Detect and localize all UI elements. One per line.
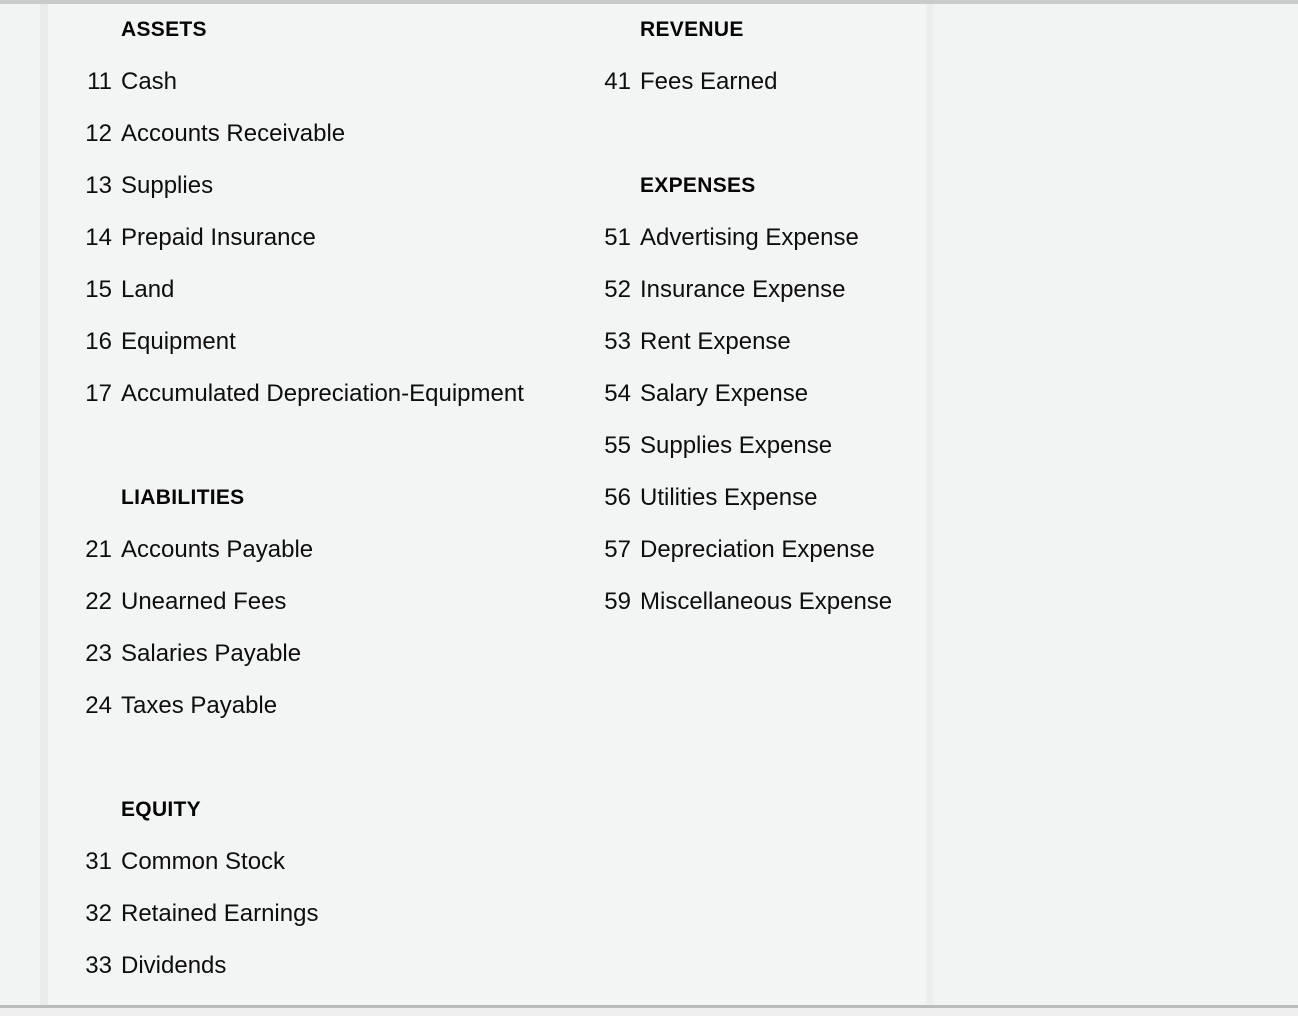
account-number: 57 [604, 536, 631, 563]
account-number: 17 [85, 380, 112, 407]
account-name: Supplies Expense [640, 432, 833, 459]
account-row[interactable]: 55 Supplies Expense [599, 420, 919, 472]
account-row[interactable]: 31 Common Stock [80, 836, 580, 888]
left-gutter [0, 4, 40, 1005]
account-number: 11 [87, 68, 112, 95]
account-name: Taxes Payable [121, 692, 278, 719]
account-name: Accumulated Depreciation-Equipment [121, 380, 524, 407]
section-heading: ASSETS [121, 18, 207, 41]
account-row[interactable]: 23 Salaries Payable [80, 628, 580, 680]
account-row[interactable]: 12 Accounts Receivable [80, 108, 580, 160]
account-row[interactable]: 17 Accumulated Depreciation-Equipment [80, 368, 580, 420]
account-number: 12 [85, 120, 112, 147]
account-name: Cash [121, 68, 178, 95]
account-name: Unearned Fees [121, 588, 287, 615]
right-pane [933, 4, 1298, 1005]
account-number: 41 [604, 68, 631, 95]
account-number: 51 [604, 224, 631, 251]
account-row[interactable]: 41 Fees Earned [599, 56, 919, 108]
account-number: 24 [85, 692, 112, 719]
section-heading: EQUITY [121, 798, 201, 821]
section-heading: REVENUE [640, 18, 744, 41]
account-row[interactable]: 22 Unearned Fees [80, 576, 580, 628]
account-row[interactable]: 56 Utilities Expense [599, 472, 919, 524]
account-name: Fees Earned [640, 68, 778, 95]
accounts-column-left: ASSETS 11 Cash 12 Accounts Receivable 13 Suppl… [80, 4, 580, 992]
account-row[interactable]: 57 Depreciation Expense [599, 524, 919, 576]
account-name: Equipment [121, 328, 236, 355]
document-viewport: ASSETS 11 Cash 12 Accounts Receivable 13 Suppl… [0, 0, 1298, 1016]
account-number: 56 [604, 484, 631, 511]
chart-of-accounts-sheet: ASSETS 11 Cash 12 Accounts Receivable 13 Suppl… [48, 4, 926, 1005]
account-number: 59 [604, 588, 631, 615]
account-number: 15 [85, 276, 112, 303]
account-name: Depreciation Expense [640, 536, 875, 563]
bottom-fill [0, 1008, 1298, 1016]
account-name: Insurance Expense [640, 276, 846, 303]
account-row[interactable]: 15 Land [80, 264, 580, 316]
account-number: 53 [604, 328, 631, 355]
section-heading: EXPENSES [640, 174, 756, 197]
account-row[interactable]: 51 Advertising Expense [599, 212, 919, 264]
account-name: Accounts Payable [121, 536, 314, 563]
account-name: Salaries Payable [121, 640, 302, 667]
accounts-column-right: REVENUE 41 Fees Earned EXPENSES 51 Advertisin… [599, 4, 919, 628]
account-row[interactable]: 24 Taxes Payable [80, 680, 580, 732]
account-name: Common Stock [121, 848, 286, 875]
account-row[interactable]: 11 Cash [80, 56, 580, 108]
account-name: Salary Expense [640, 380, 809, 407]
section-heading: LIABILITIES [121, 486, 245, 509]
left-divider [40, 4, 48, 1005]
account-name: Rent Expense [640, 328, 791, 355]
account-number: 52 [604, 276, 631, 303]
account-row[interactable]: 33 Dividends [80, 940, 580, 992]
account-number: 13 [85, 172, 112, 199]
account-name: Prepaid Insurance [121, 224, 316, 251]
account-number: 16 [85, 328, 112, 355]
account-number: 54 [604, 380, 631, 407]
account-row[interactable]: 59 Miscellaneous Expense [599, 576, 919, 628]
account-row[interactable]: 16 Equipment [80, 316, 580, 368]
account-name: Accounts Receivable [121, 120, 346, 147]
account-number: 33 [85, 952, 112, 979]
account-row[interactable]: 52 Insurance Expense [599, 264, 919, 316]
account-name: Miscellaneous Expense [640, 588, 893, 615]
account-name: Utilities Expense [640, 484, 818, 511]
account-name: Supplies [121, 172, 214, 199]
right-divider [926, 4, 933, 1005]
account-name: Advertising Expense [640, 224, 859, 251]
account-row[interactable]: 32 Retained Earnings [80, 888, 580, 940]
account-number: 31 [85, 848, 112, 875]
account-name: Dividends [121, 952, 227, 979]
account-row[interactable]: 13 Supplies [80, 160, 580, 212]
account-row[interactable]: 21 Accounts Payable [80, 524, 580, 576]
account-number: 23 [85, 640, 112, 667]
account-row[interactable]: 54 Salary Expense [599, 368, 919, 420]
account-number: 32 [85, 900, 112, 927]
account-name: Retained Earnings [121, 900, 319, 927]
account-number: 55 [604, 432, 631, 459]
account-number: 21 [85, 536, 112, 563]
account-row[interactable]: 53 Rent Expense [599, 316, 919, 368]
account-row[interactable]: 14 Prepaid Insurance [80, 212, 580, 264]
account-name: Land [121, 276, 175, 303]
account-number: 22 [85, 588, 112, 615]
account-number: 14 [85, 224, 112, 251]
